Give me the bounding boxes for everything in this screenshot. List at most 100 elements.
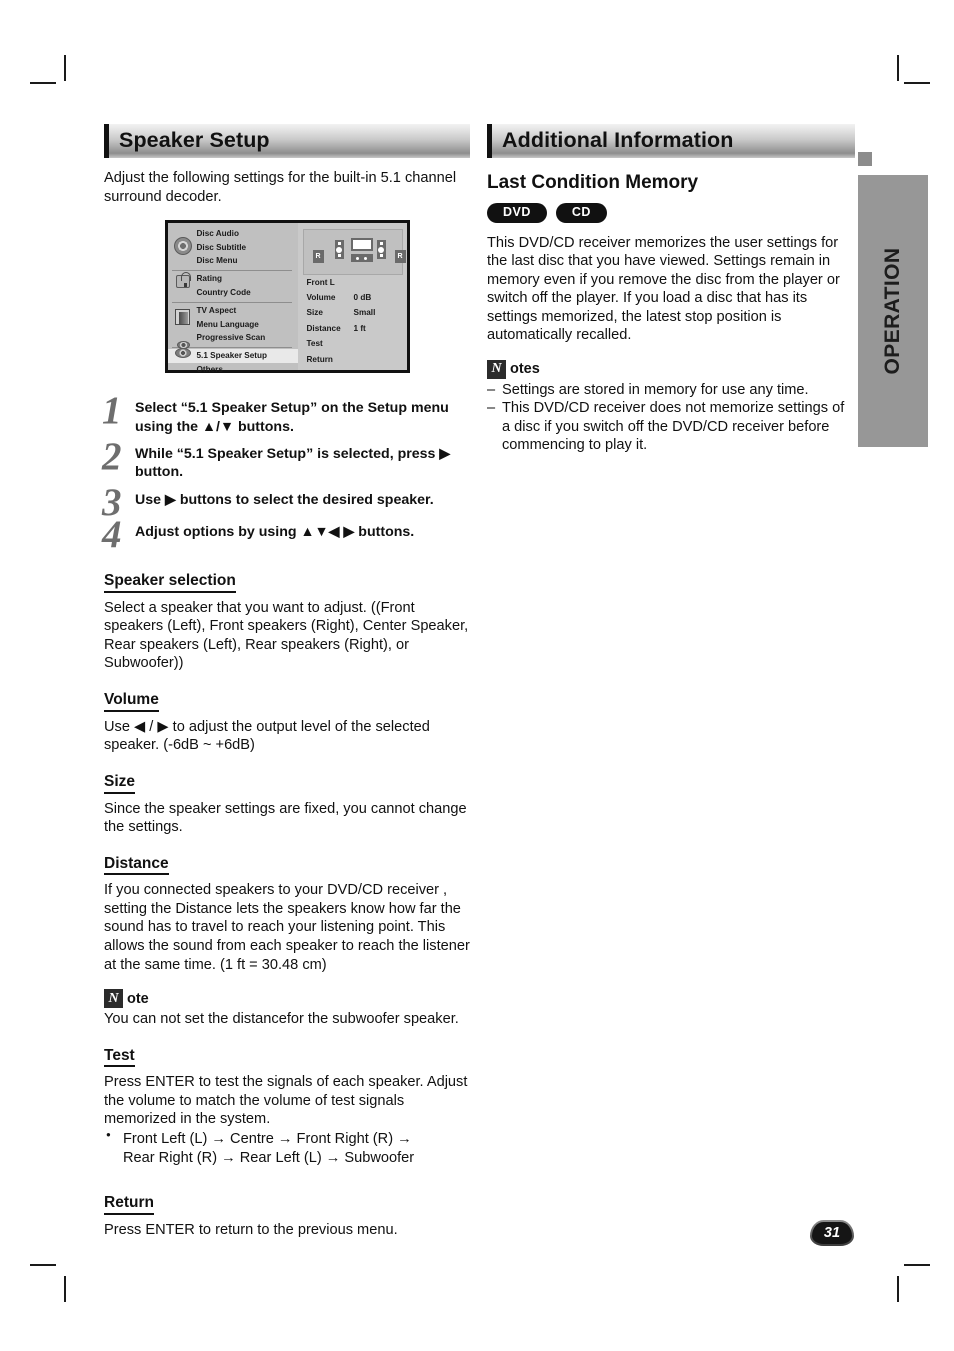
- crop-mark-top-left-horizontal: [30, 82, 56, 84]
- crop-mark-top-right-vertical: [897, 55, 899, 81]
- volume-body: Use ◀ / ▶ to adjust the output level of …: [104, 718, 430, 754]
- return-body: Press ENTER to return to the previous me…: [104, 1221, 398, 1238]
- osd-row-distance-label: Distance: [306, 323, 341, 333]
- speaker-setup-icon: [174, 341, 193, 359]
- osd-row-distance[interactable]: Distance 1 ft: [298, 321, 407, 336]
- step-2-text: While “5.1 Speaker Setup” is selected, p…: [135, 445, 451, 481]
- distance-body: If you connected speakers to your DVD/CD…: [104, 882, 470, 973]
- size-body: Since the speaker settings are fixed, yo…: [104, 800, 467, 836]
- numbered-steps: 1 Select “5.1 Speaker Setup” on the Setu…: [102, 391, 470, 554]
- osd-menu-item-disc-menu[interactable]: Disc Menu: [168, 255, 298, 269]
- test-sequence-item: Front Left (L) → Centre → Front Right (R…: [104, 1130, 470, 1168]
- last-condition-memory-body: This DVD/CD receiver memorizes the user …: [487, 234, 840, 344]
- left-column: Speaker Setup Adjust the following setti…: [102, 124, 470, 1239]
- test-heading: Test: [104, 1047, 135, 1068]
- tv-icon: [350, 238, 373, 252]
- step-4-number: 4: [102, 512, 121, 556]
- rear-right-speaker-icon: R: [394, 250, 406, 264]
- crop-mark-bottom-left-vertical: [64, 1276, 66, 1302]
- osd-menu-list: Disc Audio Disc Subtitle Disc Menu Ratin…: [167, 223, 298, 374]
- side-tab-operation: OPERATION: [858, 175, 928, 447]
- step-1-text: Select “5.1 Speaker Setup” on the Setup …: [135, 400, 449, 435]
- speaker-layout-diagram: R R: [302, 229, 406, 276]
- osd-selected-speaker: Front L: [306, 277, 335, 287]
- badge-dvd: DVD: [487, 203, 547, 223]
- speaker-selection-block: Speaker selection Select a speaker that …: [104, 554, 470, 673]
- osd-row-test-label: Test: [306, 339, 323, 349]
- media-badges: DVD CD: [487, 203, 855, 223]
- size-block: Size Since the speaker settings are fixe…: [104, 755, 470, 837]
- volume-heading: Volume: [104, 691, 159, 712]
- notes-icon: N: [487, 359, 506, 379]
- distance-note-block: N ote You can not set the distancefor th…: [104, 989, 470, 1029]
- front-right-speaker-icon: [376, 240, 386, 260]
- return-block: Return Press ENTER to return to the prev…: [104, 1176, 470, 1239]
- badge-cd: CD: [555, 203, 607, 223]
- intro-paragraph: Adjust the following settings for the bu…: [104, 170, 457, 205]
- osd-detail-panel: R R Front L Volume 0 dB Size Small Dista…: [297, 223, 407, 371]
- disc-icon: [173, 237, 192, 256]
- osd-frame: Disc Audio Disc Subtitle Disc Menu Ratin…: [164, 220, 410, 374]
- osd-divider: [171, 301, 292, 303]
- notes-list-item: This DVD/CD receiver does not memorize s…: [487, 399, 855, 455]
- note-label: ote: [127, 990, 149, 1007]
- right-column: Additional Information Last Condition Me…: [487, 124, 855, 455]
- step-3: 3 Use ▶ buttons to select the desired sp…: [102, 483, 470, 522]
- osd-row-size[interactable]: Size Small: [298, 306, 407, 321]
- section-header-additional-information: Additional Information: [487, 124, 855, 158]
- osd-row-volume[interactable]: Volume 0 dB: [298, 290, 407, 305]
- test-sequence-list: Front Left (L) → Centre → Front Right (R…: [104, 1130, 470, 1168]
- step-1: 1 Select “5.1 Speaker Setup” on the Setu…: [102, 391, 470, 436]
- section-title-additional-information: Additional Information: [502, 128, 734, 153]
- osd-row-distance-value: 1 ft: [353, 323, 366, 333]
- notes-list: Settings are stored in memory for use an…: [487, 381, 855, 455]
- display-icon: [174, 309, 190, 326]
- return-heading: Return: [104, 1194, 154, 1215]
- osd-row-volume-label: Volume: [306, 293, 336, 303]
- page-title: Speaker Setup: [119, 128, 270, 153]
- step-2-number: 2: [102, 434, 121, 478]
- rear-left-speaker-icon: R: [312, 250, 324, 264]
- distance-heading: Distance: [104, 855, 169, 876]
- side-tab-cap: [858, 152, 872, 166]
- note-icon: N: [104, 989, 123, 1009]
- distance-block: Distance If you connected speakers to yo…: [104, 837, 470, 974]
- step-4-text: Adjust options by using ▲▼◀ ▶ buttons.: [135, 523, 415, 540]
- osd-divider: [171, 269, 292, 271]
- subsection-title-last-condition-memory: Last Condition Memory: [487, 172, 699, 193]
- page-number-badge: 31: [810, 1220, 854, 1246]
- crop-mark-bottom-right-horizontal: [904, 1264, 930, 1266]
- step-4: 4 Adjust options by using ▲▼◀ ▶ buttons.: [102, 515, 470, 554]
- osd-row-return-label: Return: [306, 354, 333, 364]
- center-speaker-icon: [350, 254, 373, 263]
- crop-mark-top-right-horizontal: [904, 82, 930, 84]
- step-3-text: Use ▶ buttons to select the desired spea…: [135, 491, 434, 508]
- osd-menu-item-country-code[interactable]: Country Code: [168, 286, 298, 300]
- notes-label: otes: [510, 361, 540, 378]
- step-1-number: 1: [102, 389, 121, 433]
- test-sequence-line-2: Rear Right (R) → Rear Left (L) → Subwoof…: [123, 1149, 415, 1166]
- test-sequence-line-1: Front Left (L) → Centre → Front Right (R…: [123, 1130, 412, 1147]
- test-body: Press ENTER to test the signals of each …: [104, 1074, 468, 1128]
- osd-menu-item-others[interactable]: Others: [168, 363, 298, 377]
- side-tab-label: OPERATION: [881, 247, 904, 375]
- crop-mark-top-left-vertical: [64, 55, 66, 81]
- test-block: Test Press ENTER to test the signals of …: [104, 1029, 470, 1168]
- page-number: 31: [823, 1224, 841, 1241]
- front-left-speaker-icon: [334, 240, 344, 260]
- osd-row-test[interactable]: Test: [298, 337, 407, 352]
- speaker-selection-body: Select a speaker that you want to adjust…: [104, 599, 469, 672]
- osd-screenshot: Disc Audio Disc Subtitle Disc Menu Ratin…: [104, 220, 470, 374]
- page-canvas: OPERATION Speaker Setup Adjust the follo…: [0, 0, 954, 1351]
- size-heading: Size: [104, 773, 136, 794]
- volume-block: Volume Use ◀ / ▶ to adjust the output le…: [104, 673, 470, 755]
- section-header-speaker-setup: Speaker Setup: [104, 124, 470, 158]
- notes-heading: N otes: [487, 359, 855, 379]
- crop-mark-bottom-right-vertical: [897, 1276, 899, 1302]
- osd-row-size-label: Size: [306, 308, 323, 318]
- osd-row-return[interactable]: Return: [298, 352, 407, 367]
- crop-mark-bottom-left-horizontal: [30, 1264, 56, 1266]
- distance-note-body: You can not set the distancefor the subw…: [104, 1011, 459, 1028]
- lock-icon: [175, 272, 191, 289]
- notes-list-item: Settings are stored in memory for use an…: [487, 381, 855, 400]
